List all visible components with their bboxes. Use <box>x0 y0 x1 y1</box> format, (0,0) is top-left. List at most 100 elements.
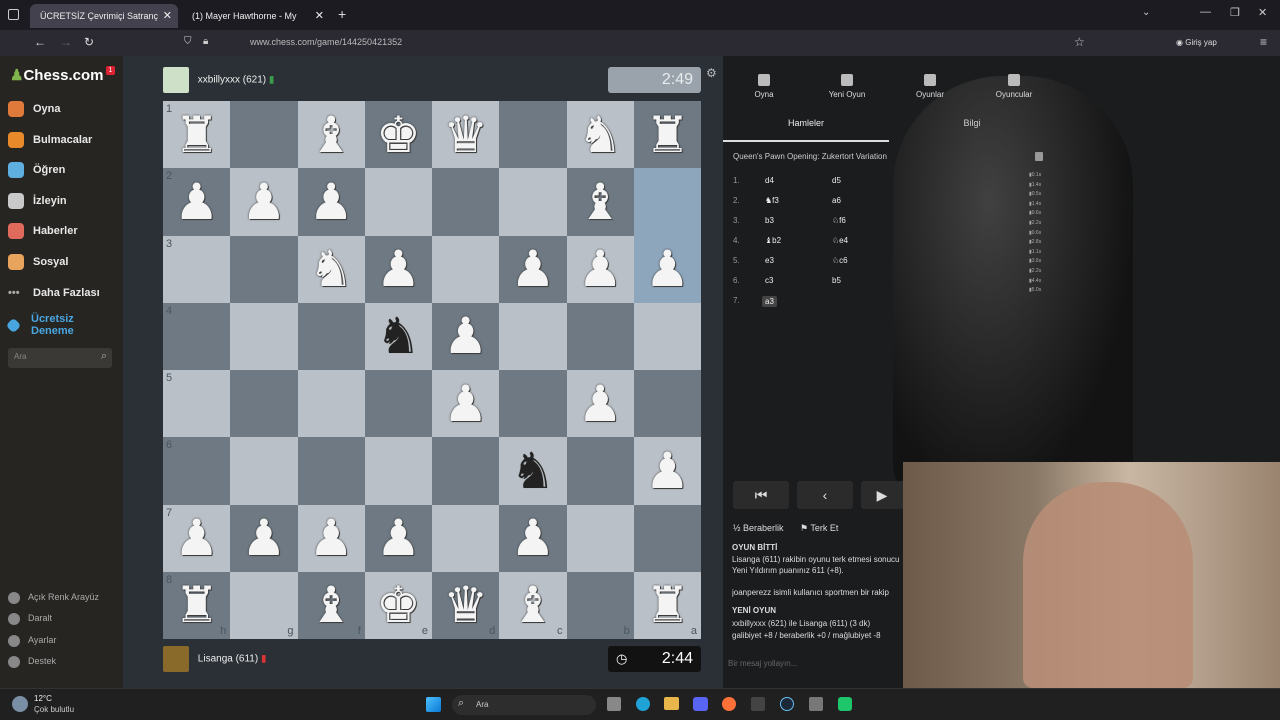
board-square[interactable]: ♟ <box>566 370 634 438</box>
black-move[interactable]: ♘f6 <box>832 216 846 225</box>
board-square[interactable] <box>230 302 298 370</box>
white-bishop-icon[interactable]: ♝ <box>309 110 354 160</box>
board-square[interactable] <box>364 437 432 505</box>
tab-play[interactable]: Oyna <box>729 74 799 99</box>
white-pawn-icon[interactable]: ♟ <box>241 177 286 227</box>
restore-icon[interactable]: ❐ <box>1230 6 1240 19</box>
settings-button[interactable]: Ayarlar <box>8 632 56 648</box>
menu-icon[interactable]: ≡ <box>1260 35 1267 49</box>
white-knight-icon[interactable]: ♞ <box>578 110 623 160</box>
board-square[interactable] <box>633 370 701 438</box>
board-square[interactable] <box>297 437 365 505</box>
board-square[interactable]: ♟ <box>230 504 298 572</box>
white-bishop-icon[interactable]: ♝ <box>510 580 555 630</box>
board-square[interactable]: 4 <box>163 302 231 370</box>
chevron-down-icon[interactable]: ⌄ <box>1142 7 1150 18</box>
board-square[interactable]: ♟ <box>633 235 701 303</box>
chess-board[interactable]: ♜ 1 ♝ ♚ ♛ ♞ ♜ ♟ 2 ♟ ♟ ♝ 3 ♞ ♟ ♟ ♟ ♟ 4 ♞ ♟ 5 ♟ ♟ 6 ♞ ♟ ♟ 7 ♟ ♟ ♟ ♟ ♜ 8 h g ♝ f ♚… <box>163 101 701 639</box>
board-square[interactable]: ♟ <box>364 235 432 303</box>
white-move[interactable]: b3 <box>765 216 774 225</box>
close-icon[interactable]: ✕ <box>163 4 172 28</box>
board-square[interactable] <box>297 302 365 370</box>
board-square[interactable]: ♜ a <box>633 571 701 639</box>
white-pawn-icon[interactable]: ♟ <box>443 379 488 429</box>
board-square[interactable] <box>432 235 500 303</box>
white-pawn-icon[interactable]: ♟ <box>376 244 421 294</box>
tab-youtube[interactable]: (1) Mayer Hawthorne - My ✕ <box>182 4 330 28</box>
white-pawn-icon[interactable]: ♟ <box>376 513 421 563</box>
tab-list-icon[interactable] <box>8 9 19 20</box>
board-square[interactable] <box>364 370 432 438</box>
gear-icon[interactable]: ⚙ <box>706 66 717 80</box>
board-square[interactable] <box>432 437 500 505</box>
white-pawn-icon[interactable]: ♟ <box>309 513 354 563</box>
next-move-button[interactable]: ▶ <box>861 481 903 509</box>
white-pawn-icon[interactable]: ♟ <box>578 379 623 429</box>
sidebar-item-free-trial[interactable]: Ücretsiz Deneme <box>5 313 118 341</box>
board-square[interactable]: ♟ 2 <box>163 168 231 236</box>
board-square[interactable] <box>297 370 365 438</box>
app-icon[interactable] <box>751 697 765 711</box>
board-square[interactable] <box>230 370 298 438</box>
white-move[interactable]: d4 <box>765 176 774 185</box>
signin-button[interactable]: ◉ Giriş yap <box>1176 38 1217 47</box>
board-square[interactable]: ♚ e <box>364 571 432 639</box>
top-player-name[interactable]: xxbillyxxx (621) <box>198 75 266 86</box>
board-square[interactable]: 6 <box>163 437 231 505</box>
white-move[interactable]: ♞f3 <box>765 196 779 205</box>
shield-icon[interactable]: ⛉ <box>184 36 192 47</box>
sidebar-item-social[interactable]: Sosyal <box>8 251 118 273</box>
sidebar-item-watch[interactable]: İzleyin <box>8 190 118 212</box>
board-square[interactable]: ♟ <box>364 504 432 572</box>
white-pawn-icon[interactable]: ♟ <box>510 513 555 563</box>
bottom-player-name[interactable]: Lisanga (611) <box>198 654 258 665</box>
white-queen-icon[interactable]: ♛ <box>443 110 488 160</box>
board-square[interactable] <box>364 168 432 236</box>
board-square[interactable]: ♟ <box>297 168 365 236</box>
white-pawn-icon[interactable]: ♟ <box>443 311 488 361</box>
board-square[interactable]: ♟ 7 <box>163 504 231 572</box>
start-icon[interactable] <box>426 697 441 712</box>
board-square[interactable] <box>230 101 298 169</box>
board-square[interactable]: ♜ <box>633 101 701 169</box>
board-square[interactable]: 5 <box>163 370 231 438</box>
board-square[interactable] <box>633 302 701 370</box>
white-bishop-icon[interactable]: ♝ <box>578 177 623 227</box>
white-bishop-icon[interactable]: ♝ <box>309 580 354 630</box>
board-square[interactable]: ♛ d <box>432 571 500 639</box>
board-square[interactable]: ♝ c <box>499 571 567 639</box>
tab-games[interactable]: Oyunlar <box>895 74 965 99</box>
black-knight-icon[interactable]: ♞ <box>510 446 555 496</box>
resign-button[interactable]: ⚑ Terk Et <box>800 523 838 534</box>
board-square[interactable] <box>230 437 298 505</box>
close-icon[interactable]: ✕ <box>315 4 324 28</box>
board-square[interactable]: ♟ <box>230 168 298 236</box>
white-pawn-icon[interactable]: ♟ <box>645 446 690 496</box>
search-input[interactable]: Ara ⌕ <box>8 348 112 368</box>
white-move[interactable]: e3 <box>765 256 774 265</box>
board-square[interactable]: ♟ <box>566 235 634 303</box>
edge-icon[interactable] <box>636 697 650 711</box>
collapse-button[interactable]: Daralt <box>8 610 52 626</box>
white-rook-icon[interactable]: ♜ <box>174 110 219 160</box>
address-input[interactable]: www.chess.com/game/144250421352 <box>250 37 402 47</box>
board-square[interactable] <box>499 168 567 236</box>
minimize-icon[interactable]: — <box>1200 6 1211 18</box>
close-window-icon[interactable]: ✕ <box>1258 6 1267 19</box>
taskbar-search[interactable]: ⌕ Ara <box>452 695 596 715</box>
board-square[interactable]: 3 <box>163 235 231 303</box>
draw-button[interactable]: ½ Beraberlik <box>733 523 784 533</box>
discord-icon[interactable] <box>693 697 708 711</box>
board-square[interactable] <box>566 437 634 505</box>
board-square[interactable] <box>499 302 567 370</box>
weather-desc[interactable]: Çok bulutlu <box>34 705 74 714</box>
lock-icon[interactable]: 🔒︎ <box>203 36 208 47</box>
sidebar-item-learn[interactable]: Öğren <box>8 159 118 181</box>
white-king-icon[interactable]: ♚ <box>376 110 421 160</box>
board-square[interactable]: ♝ f <box>297 571 365 639</box>
board-square[interactable] <box>432 504 500 572</box>
board-square[interactable] <box>432 168 500 236</box>
white-pawn-icon[interactable]: ♟ <box>578 244 623 294</box>
white-queen-icon[interactable]: ♛ <box>443 580 488 630</box>
back-icon[interactable]: ← <box>34 35 46 49</box>
